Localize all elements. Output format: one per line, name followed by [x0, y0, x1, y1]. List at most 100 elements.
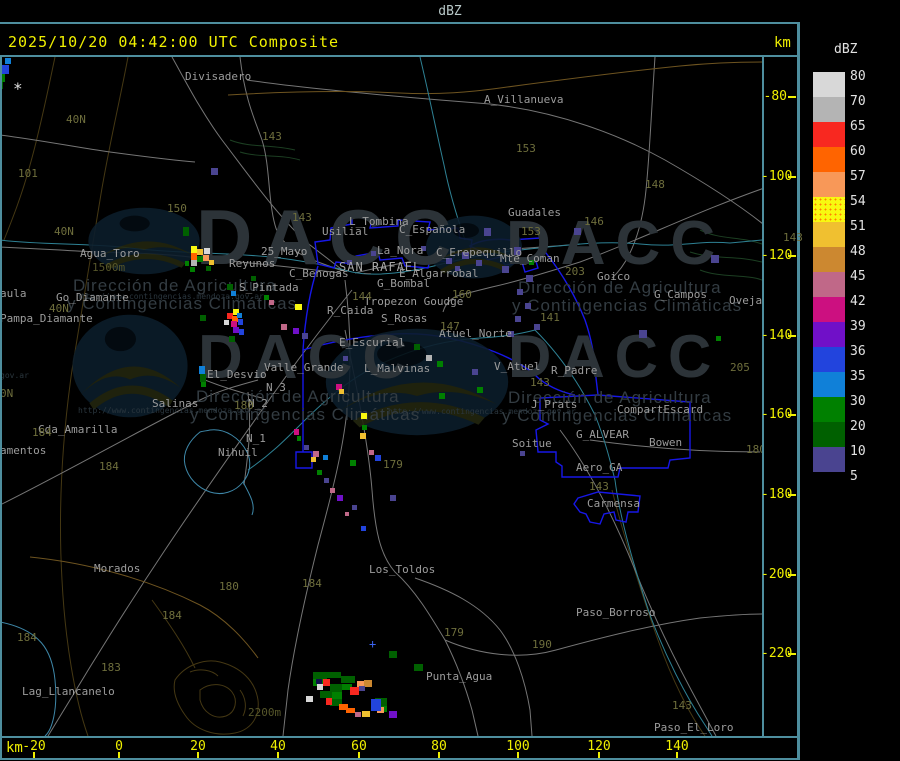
place-label: Carmensa — [587, 497, 640, 510]
route-label: 143 — [672, 699, 692, 712]
echo-cell — [369, 450, 374, 455]
radar-site-marker: * — [13, 79, 23, 98]
echo-cell — [302, 333, 308, 339]
legend-value-label: 39 — [850, 319, 866, 334]
echo-cell — [437, 361, 443, 367]
place-label: 25_Mayo — [261, 245, 308, 258]
legend-value-label: 57 — [850, 169, 866, 184]
x-axis-tick — [358, 752, 360, 758]
place-label: G_Campos — [654, 288, 707, 301]
route-label: 184 — [162, 609, 182, 622]
y-axis-tick-label: -200 — [761, 567, 793, 582]
route-label: 143 — [589, 480, 609, 493]
route-label: 40N — [49, 302, 69, 315]
route-label: 148 — [645, 178, 665, 191]
echo-cell — [209, 260, 214, 265]
place-label: Oveja — [729, 294, 762, 307]
echo-cell — [330, 488, 335, 493]
echo-cell — [332, 692, 342, 699]
echo-cell — [281, 324, 287, 330]
place-label: Pampa_Diamante — [2, 312, 93, 325]
place-label: Valle_Grande — [264, 361, 344, 374]
place-label: L_Malvinas — [364, 362, 431, 375]
info-bar: 2025/10/20 04:42:00 UTC Composite km — [0, 24, 900, 55]
place-label: Punta_Agua — [426, 670, 493, 683]
place-label: Goico — [597, 270, 631, 283]
route-label: 160 — [452, 288, 472, 301]
y-axis-tick-label: -80 — [763, 89, 787, 104]
echo-cell — [327, 672, 341, 678]
place-label: Divisadero — [185, 70, 252, 83]
echo-cell — [355, 712, 361, 717]
legend-color-box — [813, 247, 845, 272]
echo-cell — [574, 228, 581, 235]
y-axis-tick — [788, 414, 796, 416]
echo-cell — [350, 460, 356, 466]
y-axis-tick-label: -220 — [761, 646, 793, 661]
echo-cell — [472, 369, 478, 375]
place-label: aula — [2, 287, 27, 300]
echo-cell — [326, 698, 332, 705]
x-axis-tick — [598, 752, 600, 758]
point-marker: + — [369, 637, 377, 651]
place-label: R_Caida — [327, 304, 374, 317]
place-label: Agua_Toro — [80, 247, 140, 260]
legend-color-box — [813, 197, 845, 222]
echo-cell — [362, 711, 370, 717]
echo-cell — [362, 425, 367, 430]
place-label: amentos — [2, 444, 47, 457]
echo-cell — [229, 336, 235, 342]
x-axis-tick — [438, 752, 440, 758]
echo-cell — [361, 526, 366, 531]
map-border-bottom — [0, 736, 800, 738]
legend-value-label: 36 — [850, 344, 866, 359]
echo-cell — [639, 330, 647, 338]
place-label: Paso_Borroso — [576, 606, 656, 619]
place-label: C_Española — [399, 223, 466, 236]
x-axis-tick — [676, 752, 678, 758]
place-label: Tropezon Goudge — [364, 295, 464, 308]
echo-cell — [294, 429, 299, 435]
echo-cell — [352, 505, 357, 510]
echo-cell — [320, 691, 332, 698]
echo-cell — [323, 679, 330, 686]
echo-cell — [390, 495, 396, 501]
legend-value-label: 42 — [850, 294, 866, 309]
echo-cell — [295, 304, 302, 310]
legend-color-box — [813, 322, 845, 347]
legend-color-box — [813, 122, 845, 147]
place-label: CompartEscard — [617, 403, 704, 416]
echo-cell — [231, 291, 236, 296]
echo-cell — [199, 366, 205, 374]
place-label: Guadales — [508, 206, 561, 219]
echo-cell — [317, 684, 323, 690]
place-label: Los_Toldos — [369, 563, 436, 576]
place-label: G_Bombal — [377, 277, 430, 290]
echo-cell — [526, 275, 533, 282]
page-title: dBZ — [438, 4, 462, 19]
y-axis-tick — [788, 653, 796, 655]
place-label: E_Escurial — [339, 336, 406, 349]
echo-cell — [477, 387, 483, 393]
place-label: Soitue — [512, 437, 552, 450]
legend-value-label: 54 — [850, 194, 866, 209]
legend-value-label: 70 — [850, 94, 866, 109]
place-label: Mte_Coman — [500, 252, 560, 265]
x-axis-tick — [277, 752, 279, 758]
x-axis-tick — [33, 752, 35, 758]
place-label: Morados — [94, 562, 141, 575]
legend-value-label: 60 — [850, 144, 866, 159]
legend-value-label: 20 — [850, 419, 866, 434]
echo-cell — [359, 686, 365, 691]
route-label: 184 — [302, 577, 322, 590]
echo-cell — [304, 445, 309, 450]
echo-cell — [211, 168, 218, 175]
echo-cell — [426, 355, 432, 361]
echo-cell — [239, 329, 244, 335]
echo-cell — [515, 316, 521, 322]
place-label: La_Nora — [377, 244, 424, 257]
echo-cell — [502, 266, 509, 273]
echo-cell — [371, 251, 376, 256]
place-label: El_Desvio — [207, 368, 267, 381]
echo-cell — [439, 393, 445, 399]
